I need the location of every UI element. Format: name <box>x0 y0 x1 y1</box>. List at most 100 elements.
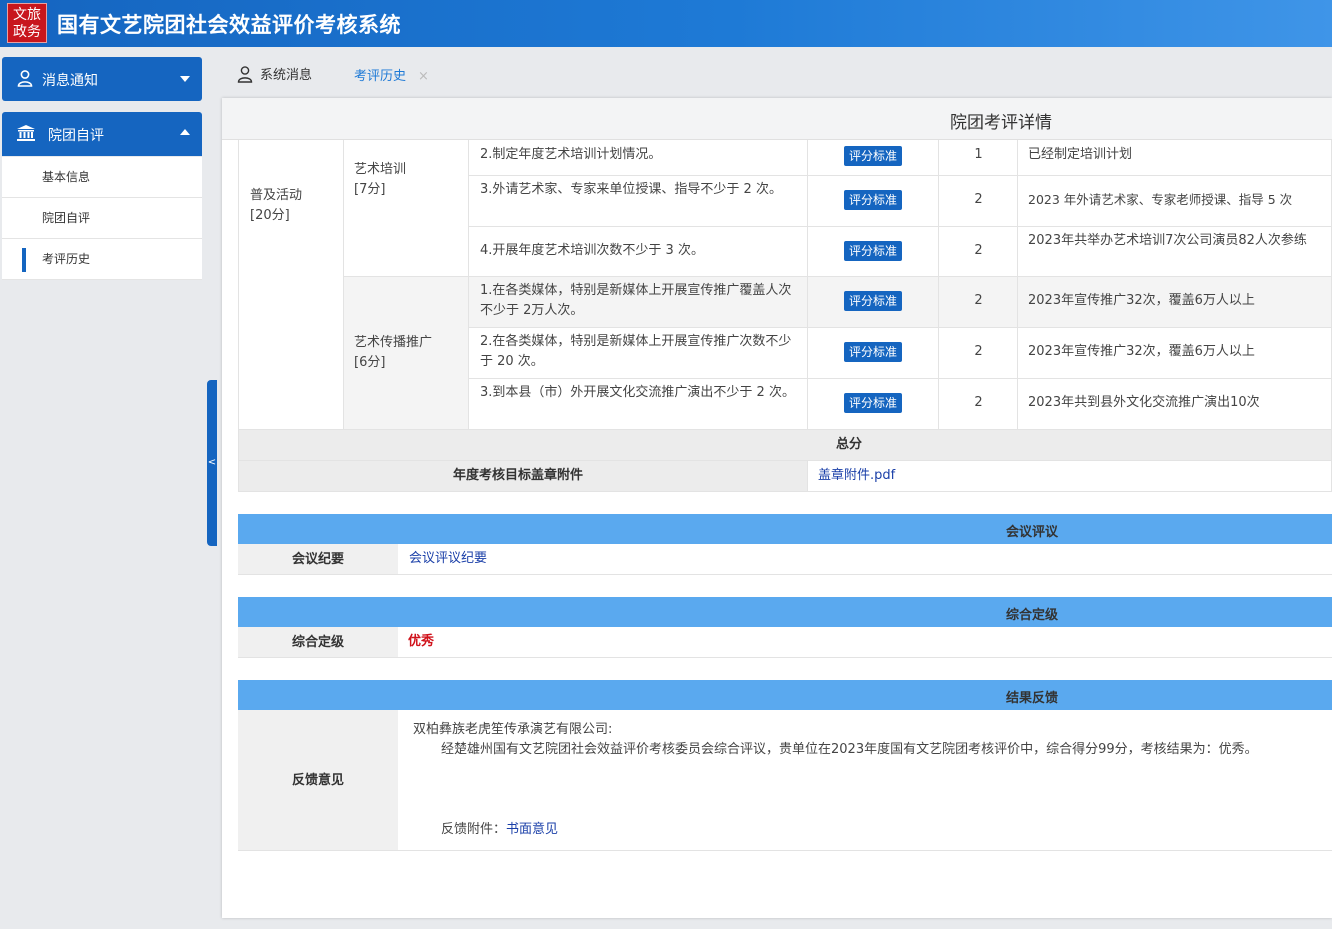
table-row-score: 1 <box>939 140 1018 176</box>
item-text: 4.开展年度艺术培训次数不少于 3 次。 <box>480 243 704 258</box>
sidebar-item-messages[interactable]: 消息通知 <box>2 57 202 101</box>
chevron-down-icon <box>180 76 190 82</box>
item-desc: 2023年宣传推广32次，覆盖6万人以上 <box>1028 344 1255 359</box>
page-title: 院团考评详情 <box>950 113 1052 133</box>
table-row-score: 2 <box>939 277 1018 328</box>
tab-bar: 系统消息 考评历史 × <box>222 50 1332 94</box>
item-score: 1 <box>974 147 983 162</box>
table-row-item: 3.到本县（市）外开展文化交流推广演出不少于 2 次。 <box>469 379 808 430</box>
item-desc: 已经制定培训计划 <box>1028 147 1133 162</box>
meeting-label: 会议纪要 <box>238 544 398 575</box>
institution-icon <box>17 125 35 141</box>
user-icon <box>237 66 253 83</box>
item-desc: 2023 年外请艺术家、专家老师授课、指导 5 次 <box>1028 192 1293 207</box>
table-row-item: 1.在各类媒体，特别是新媒体上开展宣传推广覆盖人次不少于 2万人次。 <box>469 277 808 328</box>
item-score: 2 <box>974 293 983 308</box>
table-row-item: 2.制定年度艺术培训计划情况。 <box>469 140 808 176</box>
feedback-company: 双柏彝族老虎笙传承演艺有限公司: <box>413 722 613 737</box>
total-row: 总分 <box>238 430 1332 461</box>
section-title: 综合定级 <box>1006 608 1059 623</box>
table-row-item: 2.在各类媒体，特别是新媒体上开展宣传推广次数不少于 20 次。 <box>469 328 808 379</box>
item-text: 2.制定年度艺术培训计划情况。 <box>480 147 662 162</box>
grade-value: 优秀 <box>408 634 435 649</box>
chevron-up-icon <box>180 129 190 135</box>
scoring-standard-button[interactable]: 评分标准 <box>844 241 903 261</box>
section-header-grade: 综合定级 <box>238 597 1332 627</box>
item-score: 2 <box>974 192 983 207</box>
table-row-item: 4.开展年度艺术培训次数不少于 3 次。 <box>469 227 808 277</box>
sidebar-submenu: 基本信息 院团自评 考评历史 <box>2 157 202 280</box>
item-score: 2 <box>974 243 983 258</box>
table-row-score: 2 <box>939 227 1018 277</box>
tab-system-messages[interactable]: 系统消息 <box>236 64 312 83</box>
grade-value-cell: 优秀 <box>398 627 1332 658</box>
category-score: [20分] <box>250 208 290 223</box>
table-row-std: 评分标准 <box>808 227 939 277</box>
scoring-standard-button[interactable]: 评分标准 <box>844 190 903 210</box>
table-row-score: 2 <box>939 328 1018 379</box>
meeting-link[interactable]: 会议评议纪要 <box>409 549 487 569</box>
app-header: 文旅 政务 国有文艺院团社会效益评价考核系统 <box>0 0 1332 47</box>
feedback-label: 反馈意见 <box>238 710 398 851</box>
subcategory-cell: 艺术传播推广 [6分] <box>344 277 469 430</box>
scoring-standard-button[interactable]: 评分标准 <box>844 393 903 413</box>
item-text: 2.在各类媒体，特别是新媒体上开展宣传推广次数不少于 20 次。 <box>480 334 792 369</box>
item-desc: 2023年宣传推广32次，覆盖6万人以上 <box>1028 293 1255 308</box>
grade-label: 综合定级 <box>238 627 398 658</box>
section-title: 会议评议 <box>1006 525 1059 540</box>
item-score: 2 <box>974 395 983 410</box>
feedback-attachment: 反馈附件：书面意见 <box>441 820 558 840</box>
tab-history-label: 考评历史 <box>354 69 407 84</box>
item-text: 1.在各类媒体，特别是新媒体上开展宣传推广覆盖人次不少于 2万人次。 <box>480 283 792 318</box>
table-row-item: 3.外请艺术家、专家来单位授课、指导不少于 2 次。 <box>469 176 808 227</box>
main-panel: 院团考评详情 普及活动 [20分] 艺术培训 [7分] 艺术传播推广 [6分] … <box>222 98 1332 918</box>
table-row-std: 评分标准 <box>808 328 939 379</box>
item-text: 3.外请艺术家、专家来单位授课、指导不少于 2 次。 <box>480 182 782 197</box>
tab-system-label: 系统消息 <box>260 68 313 83</box>
subcategory-score: [6分] <box>354 355 386 370</box>
sidebar-collapse-handle[interactable]: < <box>207 380 217 546</box>
table-row-desc: 2023年宣传推广32次，覆盖6万人以上 <box>1018 328 1332 379</box>
table-row-desc: 2023年共到县外文化交流推广演出10次 <box>1018 379 1332 430</box>
category-name: 普及活动 <box>250 188 303 203</box>
meeting-value-cell: 会议评议纪要 <box>398 544 1332 575</box>
sidebar-item-basic-info[interactable]: 基本信息 <box>2 157 202 198</box>
sidebar-group-label: 院团自评 <box>48 128 104 144</box>
item-desc: 2023年共到县外文化交流推广演出10次 <box>1028 395 1260 410</box>
item-desc: 2023年共举办艺术培训7次公司演员82人次参练 <box>1028 233 1307 248</box>
table-row-desc: 已经制定培训计划 <box>1018 140 1332 176</box>
category-cell: 普及活动 [20分] <box>238 140 344 430</box>
sidebar-item-history[interactable]: 考评历史 <box>2 239 202 280</box>
scoring-standard-button[interactable]: 评分标准 <box>844 291 903 311</box>
total-label: 总分 <box>836 437 863 452</box>
app-logo: 文旅 政务 <box>7 3 47 43</box>
scoring-standard-button[interactable]: 评分标准 <box>844 342 903 362</box>
close-icon[interactable]: × <box>418 69 429 84</box>
attachment-link[interactable]: 盖章附件.pdf <box>818 466 895 486</box>
sidebar-group-self-eval[interactable]: 院团自评 <box>2 112 202 156</box>
sidebar-messages-label: 消息通知 <box>42 73 98 89</box>
item-text: 3.到本县（市）外开展文化交流推广演出不少于 2 次。 <box>480 385 795 400</box>
table-row-std: 评分标准 <box>808 277 939 328</box>
scoring-standard-button[interactable]: 评分标准 <box>844 146 903 166</box>
attachment-label: 年度考核目标盖章附件 <box>453 468 584 483</box>
sidebar-item-self-eval[interactable]: 院团自评 <box>2 198 202 239</box>
section-header-feedback: 结果反馈 <box>238 680 1332 710</box>
tab-history[interactable]: 考评历史 × <box>354 65 429 84</box>
subcategory-name: 艺术培训 <box>354 162 407 177</box>
table-row-std: 评分标准 <box>808 176 939 227</box>
feedback-body: 经楚雄州国有文艺院团社会效益评价考核委员会综合评议，贵单位在2023年度国有文艺… <box>441 742 1258 757</box>
table-row-desc: 2023年宣传推广32次，覆盖6万人以上 <box>1018 277 1332 328</box>
table-row-score: 2 <box>939 176 1018 227</box>
feedback-attachment-link[interactable]: 书面意见 <box>506 822 558 837</box>
table-row-std: 评分标准 <box>808 379 939 430</box>
section-title: 结果反馈 <box>1006 691 1059 706</box>
table-row-desc: 2023年共举办艺术培训7次公司演员82人次参练 <box>1018 227 1332 277</box>
subcategory-score: [7分] <box>354 182 386 197</box>
attachment-value-cell: 盖章附件.pdf <box>808 461 1332 492</box>
user-icon <box>17 70 33 87</box>
page-title-bar: 院团考评详情 <box>222 98 1332 140</box>
app-title: 国有文艺院团社会效益评价考核系统 <box>57 13 401 37</box>
section-header-meeting: 会议评议 <box>238 514 1332 544</box>
subcategory-name: 艺术传播推广 <box>354 335 433 350</box>
